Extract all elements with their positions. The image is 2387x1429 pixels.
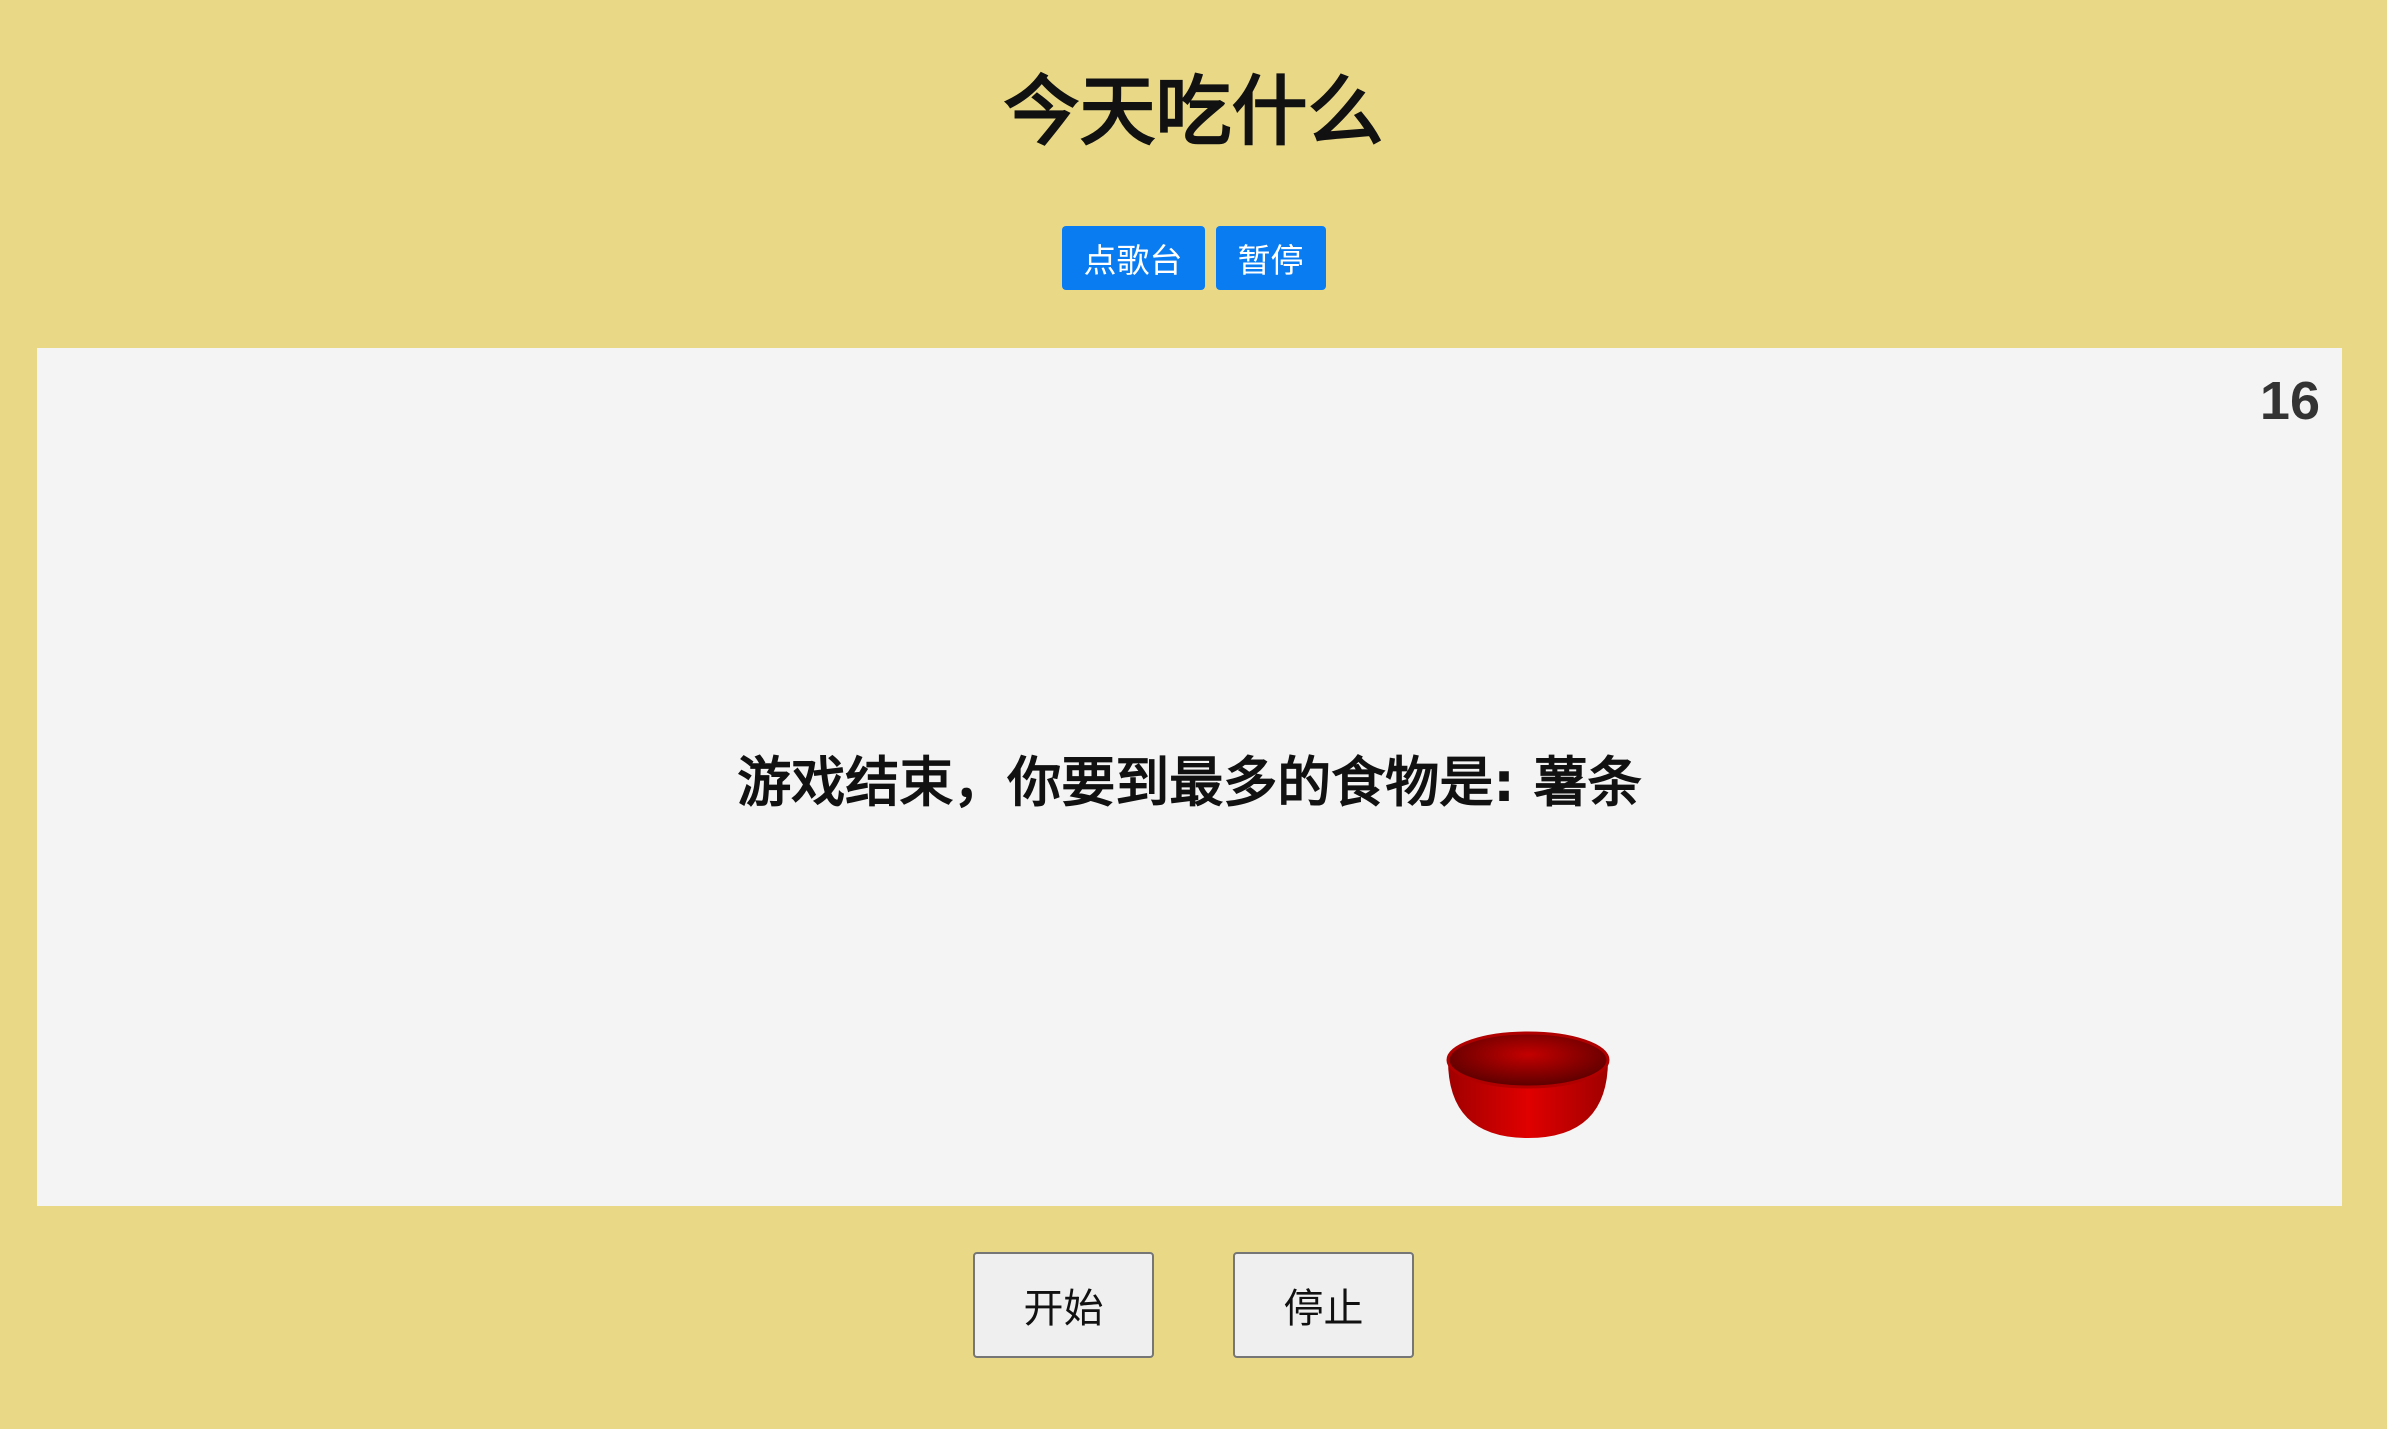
start-button[interactable]: 开始 (973, 1252, 1154, 1358)
score-counter: 16 (2259, 371, 2320, 431)
pause-button[interactable]: 暂停 (1215, 226, 1326, 290)
stop-button[interactable]: 停止 (1233, 1252, 1414, 1358)
page-title: 今天吃什么 (1003, 67, 1384, 156)
song-request-button[interactable]: 点歌台 (1061, 226, 1205, 290)
bowl-icon[interactable] (1445, 1030, 1611, 1140)
top-button-group: 点歌台 暂停 (0, 226, 2387, 290)
game-area[interactable]: 16 游戏结束，你要到最多的食物是: 薯条 (37, 348, 2342, 1206)
bottom-button-group: 开始 停止 (0, 1252, 2387, 1358)
game-over-message: 游戏结束，你要到最多的食物是: 薯条 (737, 751, 1642, 814)
